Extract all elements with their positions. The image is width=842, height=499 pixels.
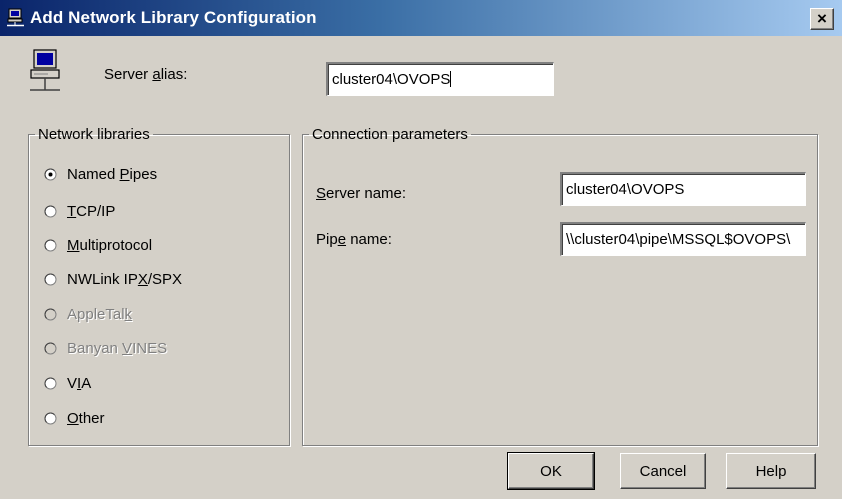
ok-button[interactable]: OK [507, 452, 595, 490]
radio-label: VIA [67, 374, 92, 392]
help-button[interactable]: Help [726, 453, 816, 489]
close-button[interactable]: × [810, 8, 834, 30]
server-name-input[interactable]: cluster04\OVOPS [560, 172, 806, 206]
radio-other[interactable]: Other [44, 407, 105, 429]
radio-label: AppleTalk [67, 305, 133, 323]
radio-named-pipes[interactable]: Named Pipes [44, 163, 157, 185]
dialog-window: Add Network Library Configuration × Serv… [0, 0, 842, 499]
title-bar[interactable]: Add Network Library Configuration × [0, 0, 842, 36]
server-alias-label: Server alias: [104, 66, 188, 83]
dialog-title: Add Network Library Configuration [30, 8, 317, 27]
radio-label: TCP/IP [67, 202, 116, 220]
radio-label: Other [67, 409, 105, 427]
radio-unselected-icon [44, 205, 57, 217]
radio-unselected-icon [44, 342, 57, 354]
pipe-name-input[interactable]: \\cluster04\pipe\MSSQL$OVOPS\ [560, 222, 806, 256]
radio-unselected-icon [44, 377, 57, 389]
radio-tcp-ip[interactable]: TCP/IP [44, 200, 115, 222]
radio-via[interactable]: VIA [44, 372, 91, 394]
server-name-label: Server name: [316, 185, 407, 202]
network-libraries-legend: Network libraries [38, 126, 150, 143]
network-computer-icon [30, 49, 60, 91]
network-computer-icon [7, 8, 24, 27]
radio-label: Banyan VINES [67, 339, 168, 357]
radio-nwlink-ipx-spx[interactable]: NWLink IPX/SPX [44, 268, 182, 290]
close-icon: × [817, 9, 827, 28]
server-alias-input[interactable]: cluster04\OVOPS [326, 62, 554, 96]
radio-label: NWLink IPX/SPX [67, 270, 183, 288]
radio-unselected-icon [44, 273, 57, 285]
radio-unselected-icon [44, 412, 57, 424]
radio-banyan-vines: Banyan VINES [44, 337, 167, 359]
cancel-button[interactable]: Cancel [620, 453, 706, 489]
radio-label: Named Pipes [67, 165, 158, 183]
radio-multiprotocol[interactable]: Multiprotocol [44, 234, 152, 256]
radio-appletalk: AppleTalk [44, 303, 132, 325]
radio-selected-icon [44, 168, 57, 180]
radio-label: Multiprotocol [67, 236, 153, 254]
connection-parameters-legend: Connection parameters [312, 126, 468, 143]
radio-unselected-icon [44, 239, 57, 251]
pipe-name-label: Pipe name: [316, 231, 392, 248]
radio-unselected-icon [44, 308, 57, 320]
